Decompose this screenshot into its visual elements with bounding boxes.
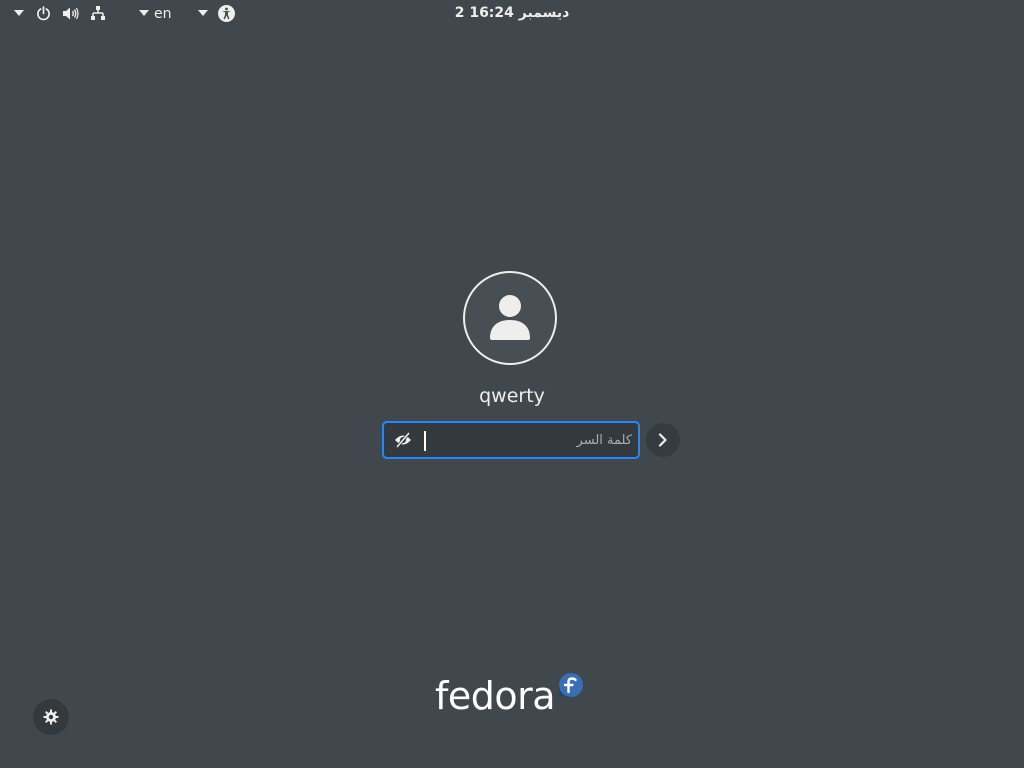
eye-hidden-icon[interactable] — [393, 431, 413, 449]
keyboard-layout-dropdown-icon[interactable] — [137, 7, 151, 19]
user-avatar-icon — [463, 271, 557, 365]
password-field-container[interactable] — [382, 421, 640, 459]
network-wired-icon[interactable] — [89, 4, 107, 22]
session-settings-button[interactable] — [33, 699, 69, 735]
chevron-right-icon — [658, 433, 667, 447]
top-bar: en 2 ديسمبر 16:24 — [0, 0, 1024, 27]
fedora-logo-text: fedora — [435, 674, 556, 718]
fedora-infinity-icon — [559, 673, 583, 701]
volume-icon[interactable] — [60, 4, 80, 22]
gear-icon — [43, 709, 59, 725]
username-label: qwerty — [479, 385, 545, 407]
text-cursor — [424, 431, 426, 451]
accessibility-dropdown-icon[interactable] — [196, 7, 210, 19]
power-icon[interactable] — [34, 4, 52, 22]
fedora-logo: fedora — [434, 670, 586, 722]
date-time-clock[interactable]: 2 ديسمبر 16:24 — [412, 4, 612, 22]
accessibility-icon[interactable] — [216, 3, 236, 23]
password-input[interactable] — [422, 427, 632, 453]
login-screen: en 2 ديسمبر 16:24 qwerty fedora — [0, 0, 1024, 768]
keyboard-layout-label[interactable]: en — [154, 5, 172, 23]
system-menu-dropdown-icon[interactable] — [12, 7, 26, 19]
next-button[interactable] — [646, 423, 680, 457]
